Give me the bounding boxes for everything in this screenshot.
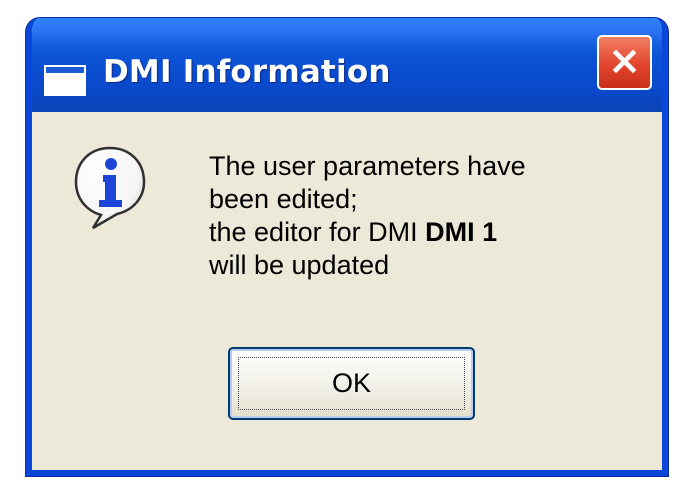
window-app-icon: [44, 65, 86, 96]
dialog-content: The user parameters have been edited; th…: [32, 112, 662, 470]
dialog-title: DMI Information: [103, 54, 391, 90]
message-line-4: will be updated: [209, 250, 390, 280]
dialog-message: The user parameters have been edited; th…: [209, 150, 619, 282]
information-icon: [74, 146, 146, 230]
dmi-name: DMI 1: [425, 217, 498, 247]
message-editor-text: the editor for DMI: [209, 217, 426, 247]
close-button[interactable]: ×: [597, 35, 652, 90]
message-dialog: DMI Information × The user parameters ha…: [26, 18, 668, 476]
message-line-1: The user parameters have: [209, 151, 526, 181]
ok-button[interactable]: OK: [228, 347, 475, 420]
ok-button-label: OK: [331, 368, 371, 398]
dialog-titlebar[interactable]: DMI Information ×: [32, 18, 662, 112]
message-line-2: been edited;: [209, 184, 358, 214]
close-icon: ×: [607, 38, 642, 84]
message-line-3: the editor for DMI DMI 1: [209, 216, 619, 249]
